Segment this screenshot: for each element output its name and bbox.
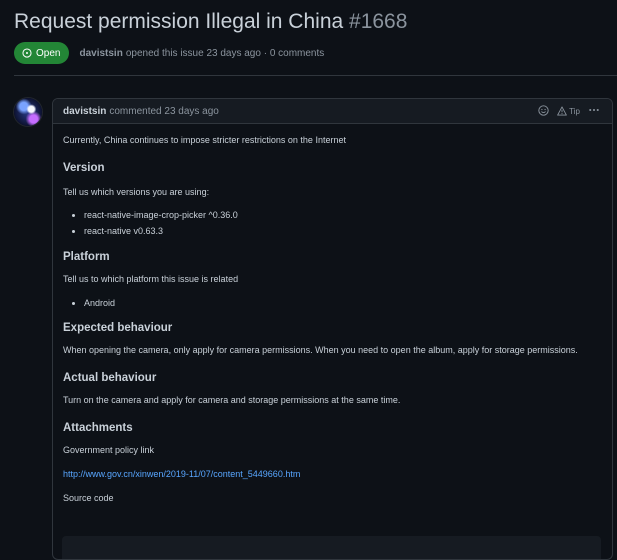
issue-title: Request permission Illegal in China bbox=[14, 10, 344, 33]
status-label: Open bbox=[36, 47, 61, 59]
code-block bbox=[62, 536, 601, 559]
comment-actions: Tip bbox=[538, 99, 600, 123]
attachments-heading: Attachments bbox=[63, 422, 133, 434]
platform-heading: Platform bbox=[63, 251, 110, 263]
version-text: Tell us which versions you are using: bbox=[63, 187, 210, 197]
version-heading: Version bbox=[63, 162, 105, 174]
actual-heading: Actual behaviour bbox=[63, 372, 157, 384]
status-badge: Open bbox=[14, 42, 70, 64]
issue-title-row: Request permission Illegal in China #166… bbox=[14, 10, 407, 34]
tip-button[interactable]: Tip bbox=[557, 106, 580, 116]
header-divider bbox=[14, 75, 617, 76]
comment-box: davistsin commented 23 days ago Tip Curr… bbox=[52, 98, 613, 560]
expected-text: When opening the camera, only apply for … bbox=[63, 345, 578, 355]
comment-timestamp[interactable]: commented 23 days ago bbox=[109, 106, 219, 117]
list-item: Android bbox=[84, 297, 602, 309]
comment-header: davistsin commented 23 days ago Tip bbox=[53, 99, 612, 124]
alert-icon bbox=[557, 106, 567, 116]
actual-text: Turn on the camera and apply for camera … bbox=[63, 395, 401, 405]
policy-link[interactable]: http://www.gov.cn/xinwen/2019-11/07/cont… bbox=[63, 469, 300, 479]
source-label: Source code bbox=[63, 493, 114, 503]
issue-number: #1668 bbox=[349, 10, 408, 33]
smiley-icon[interactable] bbox=[538, 104, 549, 118]
comment-author-link[interactable]: davistsin bbox=[63, 106, 106, 117]
kebab-icon[interactable] bbox=[588, 105, 600, 117]
platform-list: Android bbox=[63, 297, 602, 309]
comment-body: Currently, China continues to impose str… bbox=[53, 124, 612, 504]
policy-link-row: http://www.gov.cn/xinwen/2019-11/07/cont… bbox=[63, 468, 602, 480]
platform-text: Tell us to which platform this issue is … bbox=[63, 274, 239, 284]
issue-opened-icon bbox=[22, 48, 32, 58]
list-item: react-native-image-crop-picker ^0.36.0 bbox=[84, 209, 602, 221]
issue-meta: Open davistsin opened this issue 23 days… bbox=[14, 42, 324, 64]
tip-label: Tip bbox=[569, 106, 580, 116]
expected-heading: Expected behaviour bbox=[63, 322, 173, 334]
policy-label: Government policy link bbox=[63, 445, 155, 455]
avatar[interactable] bbox=[14, 98, 42, 126]
version-list: react-native-image-crop-picker ^0.36.0 r… bbox=[63, 209, 602, 237]
list-item: react-native v0.63.3 bbox=[84, 225, 602, 237]
issue-opened-text: opened this issue 23 days ago · 0 commen… bbox=[125, 47, 325, 59]
intro-text: Currently, China continues to impose str… bbox=[63, 135, 346, 145]
issue-author-link[interactable]: davistsin bbox=[79, 48, 122, 59]
